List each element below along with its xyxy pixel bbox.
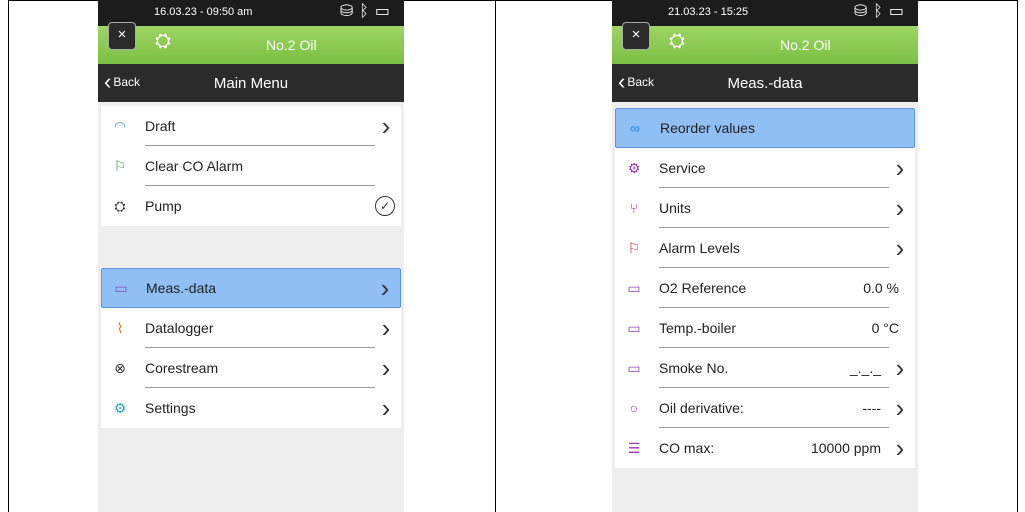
menu-item-label: Datalogger bbox=[145, 320, 214, 336]
chevron-right-icon: › bbox=[895, 233, 905, 263]
service-icon: ⚙ bbox=[627, 159, 641, 176]
menu-item-units[interactable]: ⑂ Units › bbox=[615, 188, 915, 228]
chevron-right-icon: › bbox=[381, 353, 391, 383]
menu-item-label: Clear CO Alarm bbox=[145, 158, 244, 174]
chevron-right-icon: › bbox=[895, 353, 905, 383]
chevron-right-icon: › bbox=[381, 313, 391, 343]
status-time: 16.03.23 - 09:50 am bbox=[154, 6, 253, 18]
fuel-type: No.2 Oil bbox=[266, 37, 317, 53]
oil-derivative-icon: ○ bbox=[629, 400, 639, 416]
nav-bar: ‹ Back Main Menu bbox=[98, 64, 404, 102]
menu-item-value: 0.0 % bbox=[863, 280, 899, 296]
menu-item-datalogger[interactable]: ⌇ Datalogger › bbox=[101, 308, 401, 348]
check-circle-icon[interactable]: ✓ bbox=[375, 196, 395, 216]
reorder-icon: ∞ bbox=[630, 120, 640, 136]
menu-item-label: Oil derivative: bbox=[659, 400, 744, 416]
menu-group-1: ◠ Draft › ⚐ Clear CO Alarm ⛭ Pump ✓ bbox=[101, 106, 401, 226]
bluetooth-icon: ᛒ bbox=[359, 3, 369, 20]
menu-item-label: Pump bbox=[145, 198, 182, 214]
pump-status-icon: ⛭ bbox=[669, 30, 685, 52]
battery-icon: ▭ bbox=[888, 3, 904, 20]
menu-item-draft[interactable]: ◠ Draft › bbox=[101, 106, 401, 146]
menu-item-label: Temp.-boiler bbox=[659, 320, 737, 336]
database-icon: ⛁ bbox=[853, 3, 868, 20]
fuel-bar: ⛭ No.2 Oil bbox=[612, 26, 918, 64]
close-button[interactable]: × bbox=[108, 22, 136, 50]
bluetooth-icon: ᛒ bbox=[873, 3, 883, 20]
menu-item-label: Draft bbox=[145, 118, 176, 134]
menu-item-label: O2 Reference bbox=[659, 280, 747, 296]
menu-item-value: _._._ bbox=[849, 360, 881, 376]
menu-item-value: 10000 ppm bbox=[810, 440, 881, 456]
battery-icon: ▭ bbox=[374, 3, 390, 20]
menu-item-service[interactable]: ⚙ Service › bbox=[615, 148, 915, 188]
chevron-right-icon: › bbox=[381, 111, 391, 141]
status-time: 21.03.23 - 15:25 bbox=[668, 6, 749, 18]
status-bar: 16.03.23 - 09:50 am ⛁ ᛒ ▭ bbox=[98, 0, 404, 26]
alarm-icon: ⚐ bbox=[627, 239, 641, 256]
close-button[interactable]: × bbox=[622, 22, 650, 50]
pump-icon: ⛭ bbox=[114, 197, 126, 214]
fuel-type: No.2 Oil bbox=[780, 37, 831, 53]
settings-icon: ⚙ bbox=[113, 399, 127, 416]
menu-item-clear-co-alarm[interactable]: ⚐ Clear CO Alarm bbox=[101, 146, 401, 186]
menu-item-label: Units bbox=[659, 200, 691, 216]
meas-data-list: ∞ Reorder values ⚙ Service › ⑂ Units › ⚐ Alarm Le… bbox=[615, 108, 915, 468]
device-screen-meas-data: 21.03.23 - 15:25 ⛁ ᛒ ▭ ⛭ No.2 Oil × ‹ Ba… bbox=[612, 0, 918, 512]
units-icon: ⑂ bbox=[629, 200, 639, 216]
meas-data-icon: ▭ bbox=[114, 279, 128, 296]
page-title: Meas.-data bbox=[727, 75, 803, 92]
menu-item-alarm-levels[interactable]: ⚐ Alarm Levels › bbox=[615, 228, 915, 268]
menu-item-label: Meas.-data bbox=[146, 280, 217, 296]
chevron-right-icon: › bbox=[381, 393, 391, 423]
meas-data-icon: ▭ bbox=[627, 279, 641, 296]
chevron-right-icon: › bbox=[895, 393, 905, 423]
gauge-icon: ◠ bbox=[113, 117, 127, 134]
status-bar: 21.03.23 - 15:25 ⛁ ᛒ ▭ bbox=[612, 0, 918, 26]
device-screen-main-menu: 16.03.23 - 09:50 am ⛁ ᛒ ▭ ⛭ No.2 Oil × ‹… bbox=[98, 0, 404, 512]
menu-item-oil-derivative[interactable]: ○ Oil derivative: ---- › bbox=[615, 388, 915, 428]
menu-item-reorder-values[interactable]: ∞ Reorder values bbox=[615, 108, 915, 148]
page-title: Main Menu bbox=[213, 75, 289, 92]
menu-item-label: Settings bbox=[145, 400, 196, 416]
bell-icon: ⚐ bbox=[113, 157, 127, 174]
chevron-right-icon: › bbox=[895, 153, 905, 183]
menu-item-label: CO max: bbox=[659, 440, 715, 456]
menu-item-corestream[interactable]: ⊗ Corestream › bbox=[101, 348, 401, 388]
menu-item-temp-boiler[interactable]: ▭ Temp.-boiler 0 °C bbox=[615, 308, 915, 348]
menu-item-settings[interactable]: ⚙ Settings › bbox=[101, 388, 401, 428]
menu-item-label: Smoke No. bbox=[659, 360, 729, 376]
fuel-bar: ⛭ No.2 Oil bbox=[98, 26, 404, 64]
corestream-icon: ⊗ bbox=[114, 359, 126, 376]
database-icon: ⛁ bbox=[339, 3, 354, 20]
chevron-right-icon: › bbox=[895, 433, 905, 463]
menu-item-o2-reference[interactable]: ▭ O2 Reference 0.0 % bbox=[615, 268, 915, 308]
menu-item-value: 0 °C bbox=[871, 320, 899, 336]
menu-item-label: Alarm Levels bbox=[659, 240, 740, 256]
list-icon: ☰ bbox=[627, 439, 641, 456]
menu-item-meas-data[interactable]: ▭ Meas.-data › bbox=[101, 268, 401, 308]
datalogger-icon: ⌇ bbox=[116, 319, 124, 336]
menu-item-label: Corestream bbox=[145, 360, 219, 376]
nav-bar: ‹ Back Meas.-data bbox=[612, 64, 918, 102]
menu-item-label: Reorder values bbox=[660, 120, 755, 136]
meas-data-icon: ▭ bbox=[627, 319, 641, 336]
menu-group-2: ▭ Meas.-data › ⌇ Datalogger › ⊗ Corestream › ⚙ Set… bbox=[101, 268, 401, 428]
menu-item-label: Service bbox=[659, 160, 706, 176]
menu-item-value: ---- bbox=[862, 400, 881, 416]
menu-item-pump[interactable]: ⛭ Pump ✓ bbox=[101, 186, 401, 226]
meas-data-icon: ▭ bbox=[627, 359, 641, 376]
chevron-right-icon: › bbox=[895, 193, 905, 223]
chevron-right-icon: › bbox=[380, 273, 390, 303]
menu-item-smoke-no[interactable]: ▭ Smoke No. _._._ › bbox=[615, 348, 915, 388]
pump-status-icon: ⛭ bbox=[155, 30, 171, 52]
menu-item-co-max[interactable]: ☰ CO max: 10000 ppm › bbox=[615, 428, 915, 468]
